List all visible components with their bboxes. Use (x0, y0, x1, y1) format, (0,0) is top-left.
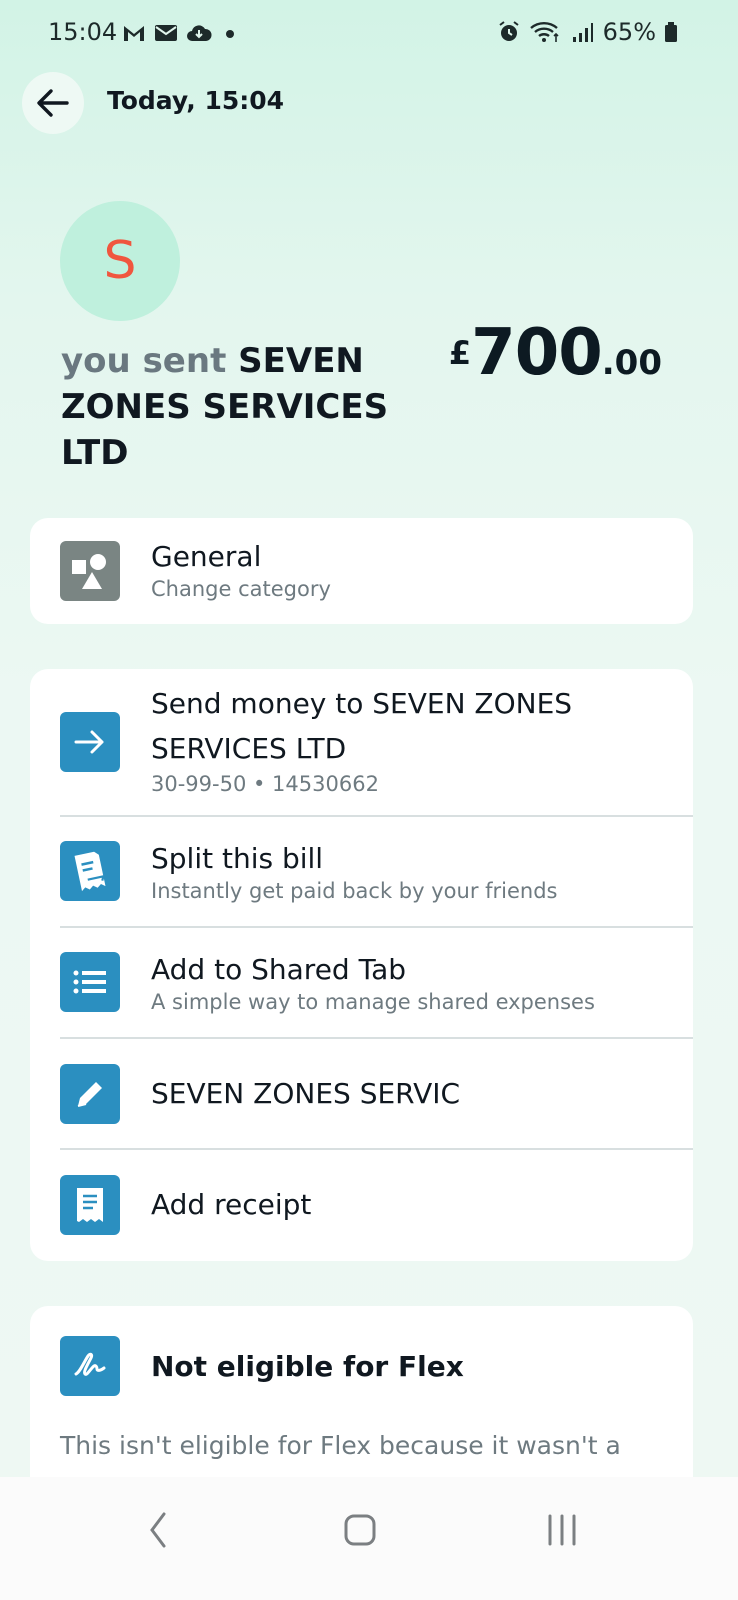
add-receipt-title: Add receipt (151, 1188, 312, 1221)
shapes-icon (72, 554, 106, 589)
navigation-bar (0, 1477, 738, 1600)
edit-name-row[interactable]: SEVEN ZONES SERVIC (30, 1039, 693, 1150)
shared-tab-row[interactable]: Add to Shared Tab A simple way to manage… (30, 928, 693, 1039)
nav-home-button[interactable] (330, 1505, 390, 1555)
account-details: 30-99-50 • 14530662 (151, 772, 379, 796)
sent-prefix: you sent (61, 341, 227, 381)
amount-major: 700 (471, 316, 603, 390)
battery-percent: 65% (602, 18, 656, 46)
shared-tab-icon-box (60, 952, 120, 1012)
wifi-icon (529, 22, 559, 42)
arrow-left-icon (37, 89, 69, 117)
recents-icon (548, 1514, 576, 1546)
add-receipt-row[interactable]: Add receipt (30, 1150, 693, 1261)
gmail-icon (124, 26, 144, 41)
transaction-description: you sent SEVEN ZONES SERVICES LTD (61, 338, 421, 476)
flex-squiggle-icon (74, 1352, 106, 1376)
avatar: S (60, 201, 180, 321)
split-bill-icon (74, 851, 106, 892)
signal-icon (572, 23, 593, 42)
chevron-left-icon (150, 1512, 166, 1548)
dot-icon (226, 30, 234, 38)
split-bill-subtitle: Instantly get paid back by your friends (151, 879, 558, 903)
nav-recents-button[interactable] (532, 1505, 592, 1555)
actions-card: Send money to SEVEN ZONES SERVICES LTD 3… (30, 669, 693, 1261)
cloud-icon (187, 25, 212, 41)
status-bar: 15:04 65% (0, 0, 738, 64)
alarm-icon (499, 21, 519, 41)
back-button[interactable] (22, 72, 84, 134)
shared-tab-title: Add to Shared Tab (151, 953, 406, 986)
split-bill-row[interactable]: Split this bill Instantly get paid back … (30, 817, 693, 928)
arrow-right-icon (74, 730, 104, 754)
pencil-icon (77, 1082, 102, 1107)
category-subtitle[interactable]: Change category (151, 577, 331, 601)
home-square-icon (344, 1514, 376, 1546)
system-icons: 65% (497, 18, 678, 46)
amount-currency: £ (448, 334, 472, 372)
notification-icons (122, 20, 240, 46)
category-title: General (151, 540, 262, 573)
nav-back-button[interactable] (128, 1505, 188, 1555)
avatar-letter: S (103, 231, 137, 291)
category-icon (60, 541, 120, 601)
list-icon (73, 970, 106, 994)
send-money-icon-box (60, 712, 120, 772)
send-money-title: Send money to SEVEN ZONES SERVICES LTD (151, 687, 573, 765)
receipt-icon (77, 1188, 103, 1222)
transaction-amount: £700.00 (449, 316, 662, 390)
battery-icon (665, 22, 677, 42)
add-receipt-icon-box (60, 1175, 120, 1235)
status-time: 15:04 (48, 18, 118, 46)
mail-icon (155, 25, 177, 41)
reference-name: SEVEN ZONES SERVIC (151, 1077, 461, 1110)
amount-minor: .00 (601, 343, 662, 383)
split-bill-icon-box (60, 841, 120, 901)
edit-name-icon-box (60, 1064, 120, 1124)
category-card[interactable]: General Change category (30, 518, 693, 624)
flex-title: Not eligible for Flex (151, 1350, 464, 1383)
split-bill-title: Split this bill (151, 842, 324, 875)
shared-tab-subtitle: A simple way to manage shared expenses (151, 990, 595, 1014)
send-money-row[interactable]: Send money to SEVEN ZONES SERVICES LTD 3… (30, 669, 693, 817)
flex-icon-box (60, 1336, 120, 1396)
page-title: Today, 15:04 (107, 86, 285, 115)
